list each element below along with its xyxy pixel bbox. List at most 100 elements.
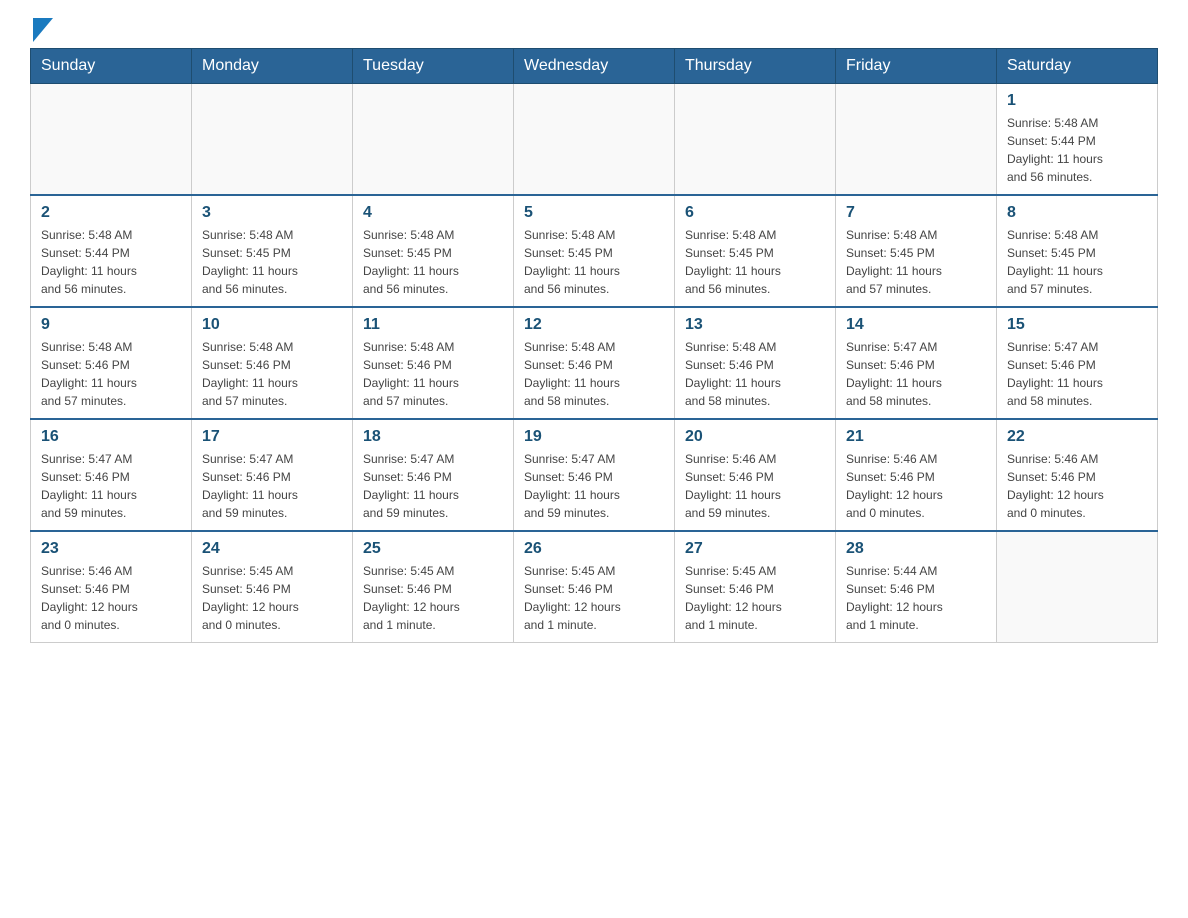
calendar-cell: 14 Sunrise: 5:47 AM Sunset: 5:46 PM Dayli…	[836, 307, 997, 419]
calendar-cell: 22 Sunrise: 5:46 AM Sunset: 5:46 PM Dayli…	[997, 419, 1158, 531]
day-number: 12	[524, 316, 664, 334]
day-number: 16	[41, 428, 181, 446]
day-info: Sunrise: 5:48 AM Sunset: 5:46 PM Dayligh…	[363, 338, 503, 410]
weekday-header-saturday: Saturday	[997, 49, 1158, 84]
day-number: 10	[202, 316, 342, 334]
calendar-cell	[675, 84, 836, 196]
day-number: 3	[202, 204, 342, 222]
day-number: 18	[363, 428, 503, 446]
day-number: 24	[202, 540, 342, 558]
logo-arrow-icon	[33, 18, 53, 42]
calendar-cell: 8 Sunrise: 5:48 AM Sunset: 5:45 PM Daylig…	[997, 195, 1158, 307]
day-info: Sunrise: 5:48 AM Sunset: 5:46 PM Dayligh…	[202, 338, 342, 410]
calendar-cell: 3Sunrise: 5:48 AM Sunset: 5:45 PM Daylig…	[192, 195, 353, 307]
day-info: Sunrise: 5:45 AM Sunset: 5:46 PM Dayligh…	[363, 562, 503, 634]
day-number: 15	[1007, 316, 1147, 334]
day-info: Sunrise: 5:46 AM Sunset: 5:46 PM Dayligh…	[685, 450, 825, 522]
day-number: 17	[202, 428, 342, 446]
logo	[30, 20, 53, 38]
calendar-cell	[836, 84, 997, 196]
calendar-cell: 10 Sunrise: 5:48 AM Sunset: 5:46 PM Dayli…	[192, 307, 353, 419]
calendar: SundayMondayTuesdayWednesdayThursdayFrid…	[30, 48, 1158, 643]
calendar-cell	[514, 84, 675, 196]
weekday-header-tuesday: Tuesday	[353, 49, 514, 84]
day-number: 21	[846, 428, 986, 446]
day-number: 9	[41, 316, 181, 334]
day-info: Sunrise: 5:48 AM Sunset: 5:44 PM Dayligh…	[41, 226, 181, 298]
day-number: 26	[524, 540, 664, 558]
calendar-cell: 26 Sunrise: 5:45 AM Sunset: 5:46 PM Dayli…	[514, 531, 675, 643]
day-info: Sunrise: 5:48 AM Sunset: 5:46 PM Dayligh…	[524, 338, 664, 410]
calendar-cell: 1Sunrise: 5:48 AM Sunset: 5:44 PM Daylig…	[997, 84, 1158, 196]
day-number: 7	[846, 204, 986, 222]
weekday-header-thursday: Thursday	[675, 49, 836, 84]
day-info: Sunrise: 5:45 AM Sunset: 5:46 PM Dayligh…	[685, 562, 825, 634]
calendar-cell: 21 Sunrise: 5:46 AM Sunset: 5:46 PM Dayli…	[836, 419, 997, 531]
calendar-body: 1Sunrise: 5:48 AM Sunset: 5:44 PM Daylig…	[31, 84, 1158, 643]
day-number: 2	[41, 204, 181, 222]
calendar-header: SundayMondayTuesdayWednesdayThursdayFrid…	[31, 49, 1158, 84]
day-number: 27	[685, 540, 825, 558]
day-info: Sunrise: 5:44 AM Sunset: 5:46 PM Dayligh…	[846, 562, 986, 634]
calendar-cell: 27 Sunrise: 5:45 AM Sunset: 5:46 PM Dayli…	[675, 531, 836, 643]
day-info: Sunrise: 5:46 AM Sunset: 5:46 PM Dayligh…	[1007, 450, 1147, 522]
calendar-cell: 2 Sunrise: 5:48 AM Sunset: 5:44 PM Daylig…	[31, 195, 192, 307]
day-info: Sunrise: 5:47 AM Sunset: 5:46 PM Dayligh…	[202, 450, 342, 522]
calendar-cell: 17 Sunrise: 5:47 AM Sunset: 5:46 PM Dayli…	[192, 419, 353, 531]
header	[30, 20, 1158, 38]
calendar-cell	[192, 84, 353, 196]
calendar-week-3: 9 Sunrise: 5:48 AM Sunset: 5:46 PM Daylig…	[31, 307, 1158, 419]
day-info: Sunrise: 5:48 AM Sunset: 5:45 PM Dayligh…	[363, 226, 503, 298]
day-number: 8	[1007, 204, 1147, 222]
day-number: 11	[363, 316, 503, 334]
calendar-week-4: 16 Sunrise: 5:47 AM Sunset: 5:46 PM Dayli…	[31, 419, 1158, 531]
calendar-cell: 25 Sunrise: 5:45 AM Sunset: 5:46 PM Dayli…	[353, 531, 514, 643]
calendar-cell	[997, 531, 1158, 643]
day-info: Sunrise: 5:47 AM Sunset: 5:46 PM Dayligh…	[1007, 338, 1147, 410]
day-info: Sunrise: 5:47 AM Sunset: 5:46 PM Dayligh…	[846, 338, 986, 410]
calendar-cell: 12 Sunrise: 5:48 AM Sunset: 5:46 PM Dayli…	[514, 307, 675, 419]
weekday-header-wednesday: Wednesday	[514, 49, 675, 84]
calendar-cell: 18 Sunrise: 5:47 AM Sunset: 5:46 PM Dayli…	[353, 419, 514, 531]
calendar-cell: 23Sunrise: 5:46 AM Sunset: 5:46 PM Dayli…	[31, 531, 192, 643]
day-info: Sunrise: 5:47 AM Sunset: 5:46 PM Dayligh…	[41, 450, 181, 522]
weekday-header-sunday: Sunday	[31, 49, 192, 84]
day-number: 6	[685, 204, 825, 222]
calendar-cell: 9 Sunrise: 5:48 AM Sunset: 5:46 PM Daylig…	[31, 307, 192, 419]
calendar-week-2: 2 Sunrise: 5:48 AM Sunset: 5:44 PM Daylig…	[31, 195, 1158, 307]
day-number: 5	[524, 204, 664, 222]
calendar-cell	[31, 84, 192, 196]
day-info: Sunrise: 5:48 AM Sunset: 5:44 PM Dayligh…	[1007, 114, 1147, 186]
day-number: 13	[685, 316, 825, 334]
day-number: 19	[524, 428, 664, 446]
day-info: Sunrise: 5:48 AM Sunset: 5:45 PM Dayligh…	[1007, 226, 1147, 298]
day-info: Sunrise: 5:48 AM Sunset: 5:45 PM Dayligh…	[524, 226, 664, 298]
calendar-cell	[353, 84, 514, 196]
day-info: Sunrise: 5:48 AM Sunset: 5:45 PM Dayligh…	[685, 226, 825, 298]
day-number: 4	[363, 204, 503, 222]
calendar-week-5: 23Sunrise: 5:46 AM Sunset: 5:46 PM Dayli…	[31, 531, 1158, 643]
day-info: Sunrise: 5:46 AM Sunset: 5:46 PM Dayligh…	[846, 450, 986, 522]
calendar-cell: 20Sunrise: 5:46 AM Sunset: 5:46 PM Dayli…	[675, 419, 836, 531]
weekday-header-friday: Friday	[836, 49, 997, 84]
calendar-cell: 6 Sunrise: 5:48 AM Sunset: 5:45 PM Daylig…	[675, 195, 836, 307]
day-number: 22	[1007, 428, 1147, 446]
calendar-cell: 4 Sunrise: 5:48 AM Sunset: 5:45 PM Daylig…	[353, 195, 514, 307]
day-info: Sunrise: 5:47 AM Sunset: 5:46 PM Dayligh…	[363, 450, 503, 522]
calendar-cell: 11 Sunrise: 5:48 AM Sunset: 5:46 PM Dayli…	[353, 307, 514, 419]
calendar-cell: 28 Sunrise: 5:44 AM Sunset: 5:46 PM Dayli…	[836, 531, 997, 643]
day-number: 14	[846, 316, 986, 334]
day-number: 25	[363, 540, 503, 558]
day-info: Sunrise: 5:45 AM Sunset: 5:46 PM Dayligh…	[202, 562, 342, 634]
day-info: Sunrise: 5:47 AM Sunset: 5:46 PM Dayligh…	[524, 450, 664, 522]
day-info: Sunrise: 5:48 AM Sunset: 5:45 PM Dayligh…	[846, 226, 986, 298]
day-number: 23	[41, 540, 181, 558]
calendar-cell: 7 Sunrise: 5:48 AM Sunset: 5:45 PM Daylig…	[836, 195, 997, 307]
weekday-header-monday: Monday	[192, 49, 353, 84]
calendar-cell: 16 Sunrise: 5:47 AM Sunset: 5:46 PM Dayli…	[31, 419, 192, 531]
weekday-header-row: SundayMondayTuesdayWednesdayThursdayFrid…	[31, 49, 1158, 84]
calendar-cell: 24 Sunrise: 5:45 AM Sunset: 5:46 PM Dayli…	[192, 531, 353, 643]
day-number: 28	[846, 540, 986, 558]
day-info: Sunrise: 5:45 AM Sunset: 5:46 PM Dayligh…	[524, 562, 664, 634]
day-info: Sunrise: 5:48 AM Sunset: 5:46 PM Dayligh…	[41, 338, 181, 410]
